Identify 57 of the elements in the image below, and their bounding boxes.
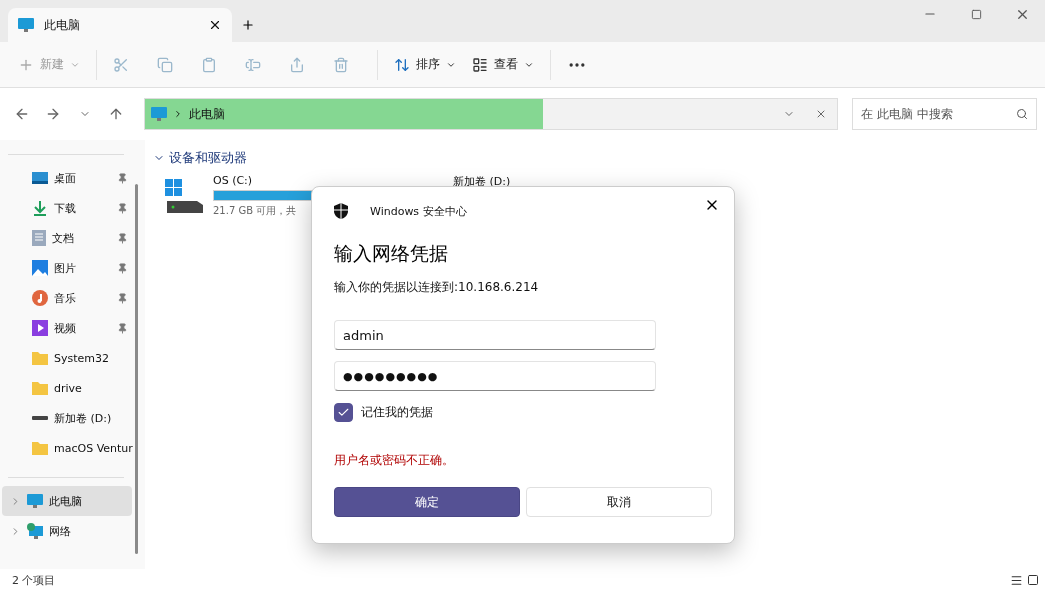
error-message: 用户名或密码不正确。 — [334, 452, 455, 469]
tree-item[interactable]: 网络 — [2, 516, 132, 546]
dialog-app-name: Windows 安全中心 — [370, 203, 467, 219]
sidebar-item[interactable]: macOS Ventur — [2, 433, 132, 463]
music-icon — [32, 290, 48, 306]
remember-checkbox[interactable] — [334, 403, 353, 422]
sort-icon — [394, 56, 410, 73]
sidebar-item[interactable]: 图片 — [2, 253, 132, 283]
password-field[interactable]: ●●●●●●●●● — [334, 361, 656, 391]
view-button[interactable]: 查看 — [466, 48, 540, 81]
drive-icon — [32, 415, 48, 421]
tree-item[interactable]: 此电脑 — [2, 486, 132, 516]
desktop-icon — [32, 171, 48, 185]
folder-icon — [32, 381, 48, 395]
drive-name[interactable]: OS (C:) — [213, 174, 253, 187]
monitor-icon — [27, 494, 43, 508]
breadcrumb[interactable]: 此电脑 — [188, 105, 225, 123]
username-field[interactable]: admin — [334, 320, 656, 350]
sidebar-item[interactable]: drive — [2, 373, 132, 403]
sidebar-item[interactable]: 桌面 — [2, 163, 132, 193]
document-icon — [32, 230, 46, 246]
search-field[interactable]: 在 此电脑 中搜索 — [852, 98, 1038, 130]
shield-icon — [334, 203, 348, 219]
address-bar[interactable]: 此电脑 — [143, 98, 839, 130]
maximize-icon — [970, 8, 982, 20]
plus-icon — [241, 18, 255, 32]
ok-button[interactable]: 确定 — [334, 487, 520, 517]
sidebar-item[interactable]: 音乐 — [2, 283, 132, 313]
cancel-button[interactable]: 取消 — [526, 487, 712, 517]
close-icon[interactable] — [208, 18, 222, 32]
drive-name[interactable]: 新加卷 (D:) — [453, 174, 511, 189]
list-icon — [472, 56, 488, 73]
video-icon — [32, 320, 48, 336]
item-count: 2 个项目 — [12, 572, 56, 588]
details-view-icon[interactable] — [1010, 573, 1023, 587]
image-icon — [32, 260, 48, 276]
download-icon — [32, 200, 48, 216]
sidebar-item[interactable]: 视频 — [2, 313, 132, 343]
sidebar-item[interactable]: 新加卷 (D:) — [2, 403, 132, 433]
checkbox-label: 记住我的凭据 — [361, 404, 433, 421]
sidebar-item[interactable]: 文档 — [2, 223, 132, 253]
dialog-title: 输入网络凭据 — [334, 241, 449, 266]
drive-space: 21.7 GB 可用，共 — [213, 204, 297, 218]
monitor-icon — [18, 18, 34, 32]
folder-icon — [32, 351, 48, 365]
sort-button[interactable]: 排序 — [388, 48, 462, 81]
dialog-message: 输入你的凭据以连接到:10.168.6.214 — [334, 279, 540, 296]
search-icon[interactable] — [1016, 108, 1029, 120]
network-icon — [27, 523, 43, 539]
tiles-view-icon[interactable] — [1027, 573, 1039, 587]
section-header[interactable]: 设备和驱动器 — [153, 148, 1045, 168]
monitor-icon — [150, 107, 167, 121]
folder-icon — [32, 441, 48, 455]
sidebar-item[interactable]: 下载 — [2, 193, 132, 223]
sidebar-item[interactable]: System32 — [2, 343, 132, 373]
tab[interactable]: 此电脑 — [8, 8, 232, 42]
check-icon — [337, 406, 350, 419]
